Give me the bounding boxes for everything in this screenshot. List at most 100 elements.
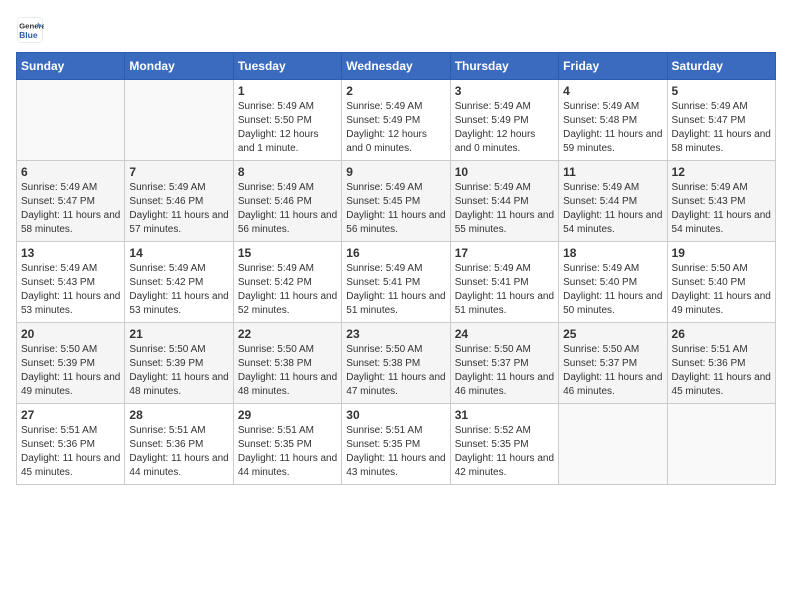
day-number-26: 26 — [672, 327, 771, 341]
day-detail-19: Sunrise: 5:50 AMSunset: 5:40 PMDaylight:… — [672, 262, 771, 318]
day-number-8: 8 — [238, 165, 337, 179]
day-number-27: 27 — [21, 408, 120, 422]
day-detail-3: Sunrise: 5:49 AMSunset: 5:49 PMDaylight:… — [455, 100, 554, 156]
day-cell-21: 21Sunrise: 5:50 AMSunset: 5:39 PMDayligh… — [125, 323, 233, 404]
day-cell-1: 1 Sunrise: 5:49 AMSunset: 5:50 PMDaylight… — [233, 80, 341, 161]
day-number-17: 17 — [455, 246, 554, 260]
week-row-2: 6 Sunrise: 5:49 AMSunset: 5:47 PMDaylight… — [17, 161, 776, 242]
weekday-saturday: Saturday — [667, 53, 775, 80]
day-detail-12: Sunrise: 5:49 AMSunset: 5:43 PMDaylight:… — [672, 181, 771, 237]
day-number-25: 25 — [563, 327, 662, 341]
day-number-21: 21 — [129, 327, 228, 341]
day-cell-25: 25 Sunrise: 5:50 AMSunset: 5:37 PMDayligh… — [559, 323, 667, 404]
day-number-7: 7 — [129, 165, 228, 179]
day-detail-15: Sunrise: 5:49 AMSunset: 5:42 PMDaylight:… — [238, 262, 337, 318]
svg-text:Blue: Blue — [19, 30, 38, 40]
weekday-thursday: Thursday — [450, 53, 558, 80]
day-number-31: 31 — [455, 408, 554, 422]
day-detail-24: Sunrise: 5:50 AMSunset: 5:37 PMDaylight:… — [455, 343, 554, 399]
day-number-12: 12 — [672, 165, 771, 179]
week-row-3: 13 Sunrise: 5:49 AMSunset: 5:43 PMDayligh… — [17, 242, 776, 323]
day-detail-2: Sunrise: 5:49 AMSunset: 5:49 PMDaylight:… — [346, 100, 445, 156]
day-cell-4: 4 Sunrise: 5:49 AMSunset: 5:48 PMDaylight… — [559, 80, 667, 161]
day-cell-30: 30Sunrise: 5:51 AMSunset: 5:35 PMDayligh… — [342, 404, 450, 485]
day-cell-18: 18 Sunrise: 5:49 AMSunset: 5:40 PMDayligh… — [559, 242, 667, 323]
page-header: General Blue — [16, 16, 776, 44]
day-cell-5: 5 Sunrise: 5:49 AMSunset: 5:47 PMDaylight… — [667, 80, 775, 161]
day-cell-27: 27 Sunrise: 5:51 AMSunset: 5:36 PMDayligh… — [17, 404, 125, 485]
day-cell-10: 10 Sunrise: 5:49 AMSunset: 5:44 PMDayligh… — [450, 161, 558, 242]
day-cell-31: 31 Sunrise: 5:52 AMSunset: 5:35 PMDayligh… — [450, 404, 558, 485]
day-number-20: 20 — [21, 327, 120, 341]
day-number-5: 5 — [672, 84, 771, 98]
day-cell-29: 29Sunrise: 5:51 AMSunset: 5:35 PMDayligh… — [233, 404, 341, 485]
day-cell-16: 16 Sunrise: 5:49 AMSunset: 5:41 PMDayligh… — [342, 242, 450, 323]
day-detail-6: Sunrise: 5:49 AMSunset: 5:47 PMDaylight:… — [21, 181, 120, 237]
day-detail-20: Sunrise: 5:50 AMSunset: 5:39 PMDaylight:… — [21, 343, 120, 399]
weekday-header-row: SundayMondayTuesdayWednesdayThursdayFrid… — [17, 53, 776, 80]
day-number-18: 18 — [563, 246, 662, 260]
day-number-16: 16 — [346, 246, 445, 260]
day-cell-14: 14Sunrise: 5:49 AMSunset: 5:42 PMDayligh… — [125, 242, 233, 323]
day-cell-15: 15Sunrise: 5:49 AMSunset: 5:42 PMDayligh… — [233, 242, 341, 323]
logo-icon: General Blue — [16, 16, 44, 44]
day-number-30: 30 — [346, 408, 445, 422]
week-row-1: 1 Sunrise: 5:49 AMSunset: 5:50 PMDaylight… — [17, 80, 776, 161]
weekday-monday: Monday — [125, 53, 233, 80]
day-cell-20: 20 Sunrise: 5:50 AMSunset: 5:39 PMDayligh… — [17, 323, 125, 404]
weekday-tuesday: Tuesday — [233, 53, 341, 80]
day-detail-28: Sunrise: 5:51 AMSunset: 5:36 PMDaylight:… — [129, 424, 228, 480]
day-cell-19: 19 Sunrise: 5:50 AMSunset: 5:40 PMDayligh… — [667, 242, 775, 323]
empty-cell — [17, 80, 125, 161]
calendar-table: SundayMondayTuesdayWednesdayThursdayFrid… — [16, 52, 776, 485]
day-number-24: 24 — [455, 327, 554, 341]
day-number-13: 13 — [21, 246, 120, 260]
day-cell-6: 6 Sunrise: 5:49 AMSunset: 5:47 PMDaylight… — [17, 161, 125, 242]
day-detail-25: Sunrise: 5:50 AMSunset: 5:37 PMDaylight:… — [563, 343, 662, 399]
day-cell-8: 8 Sunrise: 5:49 AMSunset: 5:46 PMDaylight… — [233, 161, 341, 242]
day-number-10: 10 — [455, 165, 554, 179]
day-detail-18: Sunrise: 5:49 AMSunset: 5:40 PMDaylight:… — [563, 262, 662, 318]
day-number-11: 11 — [563, 165, 662, 179]
day-cell-17: 17Sunrise: 5:49 AMSunset: 5:41 PMDayligh… — [450, 242, 558, 323]
day-detail-27: Sunrise: 5:51 AMSunset: 5:36 PMDaylight:… — [21, 424, 120, 480]
weekday-wednesday: Wednesday — [342, 53, 450, 80]
day-cell-2: 2 Sunrise: 5:49 AMSunset: 5:49 PMDaylight… — [342, 80, 450, 161]
day-detail-8: Sunrise: 5:49 AMSunset: 5:46 PMDaylight:… — [238, 181, 337, 237]
day-detail-22: Sunrise: 5:50 AMSunset: 5:38 PMDaylight:… — [238, 343, 337, 399]
day-number-1: 1 — [238, 84, 337, 98]
day-number-19: 19 — [672, 246, 771, 260]
day-detail-13: Sunrise: 5:49 AMSunset: 5:43 PMDaylight:… — [21, 262, 120, 318]
day-number-6: 6 — [21, 165, 120, 179]
day-cell-9: 9Sunrise: 5:49 AMSunset: 5:45 PMDaylight… — [342, 161, 450, 242]
week-row-5: 27 Sunrise: 5:51 AMSunset: 5:36 PMDayligh… — [17, 404, 776, 485]
day-number-23: 23 — [346, 327, 445, 341]
day-detail-16: Sunrise: 5:49 AMSunset: 5:41 PMDaylight:… — [346, 262, 445, 318]
day-detail-11: Sunrise: 5:49 AMSunset: 5:44 PMDaylight:… — [563, 181, 662, 237]
day-detail-7: Sunrise: 5:49 AMSunset: 5:46 PMDaylight:… — [129, 181, 228, 237]
day-detail-4: Sunrise: 5:49 AMSunset: 5:48 PMDaylight:… — [563, 100, 662, 156]
day-number-22: 22 — [238, 327, 337, 341]
day-detail-9: Sunrise: 5:49 AMSunset: 5:45 PMDaylight:… — [346, 181, 445, 237]
day-number-3: 3 — [455, 84, 554, 98]
day-cell-11: 11 Sunrise: 5:49 AMSunset: 5:44 PMDayligh… — [559, 161, 667, 242]
day-number-29: 29 — [238, 408, 337, 422]
day-number-2: 2 — [346, 84, 445, 98]
day-detail-26: Sunrise: 5:51 AMSunset: 5:36 PMDaylight:… — [672, 343, 771, 399]
day-detail-5: Sunrise: 5:49 AMSunset: 5:47 PMDaylight:… — [672, 100, 771, 156]
day-cell-28: 28 Sunrise: 5:51 AMSunset: 5:36 PMDayligh… — [125, 404, 233, 485]
day-cell-12: 12 Sunrise: 5:49 AMSunset: 5:43 PMDayligh… — [667, 161, 775, 242]
day-number-4: 4 — [563, 84, 662, 98]
day-detail-10: Sunrise: 5:49 AMSunset: 5:44 PMDaylight:… — [455, 181, 554, 237]
day-detail-23: Sunrise: 5:50 AMSunset: 5:38 PMDaylight:… — [346, 343, 445, 399]
day-cell-24: 24 Sunrise: 5:50 AMSunset: 5:37 PMDayligh… — [450, 323, 558, 404]
logo: General Blue — [16, 16, 44, 44]
day-number-28: 28 — [129, 408, 228, 422]
weekday-sunday: Sunday — [17, 53, 125, 80]
day-cell-7: 7 Sunrise: 5:49 AMSunset: 5:46 PMDaylight… — [125, 161, 233, 242]
day-detail-31: Sunrise: 5:52 AMSunset: 5:35 PMDaylight:… — [455, 424, 554, 480]
day-number-14: 14 — [129, 246, 228, 260]
day-detail-1: Sunrise: 5:49 AMSunset: 5:50 PMDaylight:… — [238, 100, 337, 156]
day-cell-13: 13 Sunrise: 5:49 AMSunset: 5:43 PMDayligh… — [17, 242, 125, 323]
week-row-4: 20 Sunrise: 5:50 AMSunset: 5:39 PMDayligh… — [17, 323, 776, 404]
